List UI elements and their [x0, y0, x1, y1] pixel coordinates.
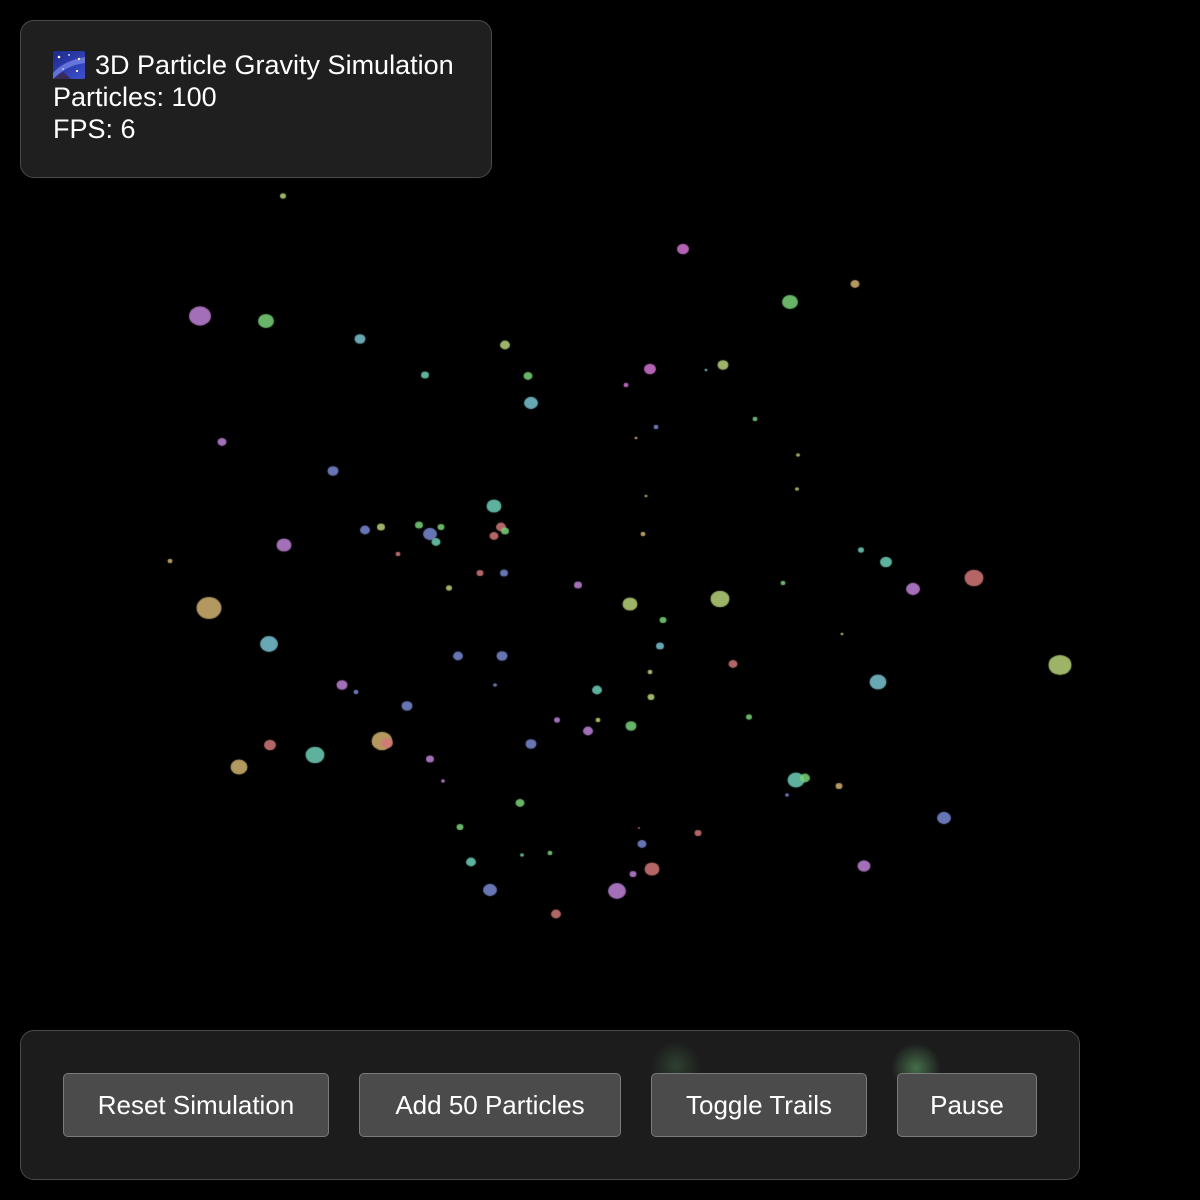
pause-button[interactable]: Pause [897, 1073, 1037, 1137]
fps-line: FPS: 6 [53, 113, 491, 145]
control-panel: Reset Simulation Add 50 Particles Toggle… [20, 1030, 1080, 1180]
simulation-viewport[interactable]: 3D Particle Gravity Simulation Particles… [0, 0, 1200, 1200]
milky-way-icon [53, 51, 85, 79]
app-title: 3D Particle Gravity Simulation [95, 50, 454, 80]
fps-value: 6 [120, 114, 136, 144]
fps-label: FPS: [53, 114, 121, 144]
particle-count-label: Particles: [53, 82, 172, 112]
particle-count-value: 100 [171, 82, 217, 112]
particle-canvas[interactable] [0, 0, 1200, 1200]
info-title-row: 3D Particle Gravity Simulation [53, 49, 491, 81]
toggle-trails-button[interactable]: Toggle Trails [651, 1073, 867, 1137]
reset-simulation-button[interactable]: Reset Simulation [63, 1073, 329, 1137]
add-particles-button[interactable]: Add 50 Particles [359, 1073, 621, 1137]
particle-count-line: Particles: 100 [53, 81, 491, 113]
info-panel: 3D Particle Gravity Simulation Particles… [20, 20, 492, 178]
